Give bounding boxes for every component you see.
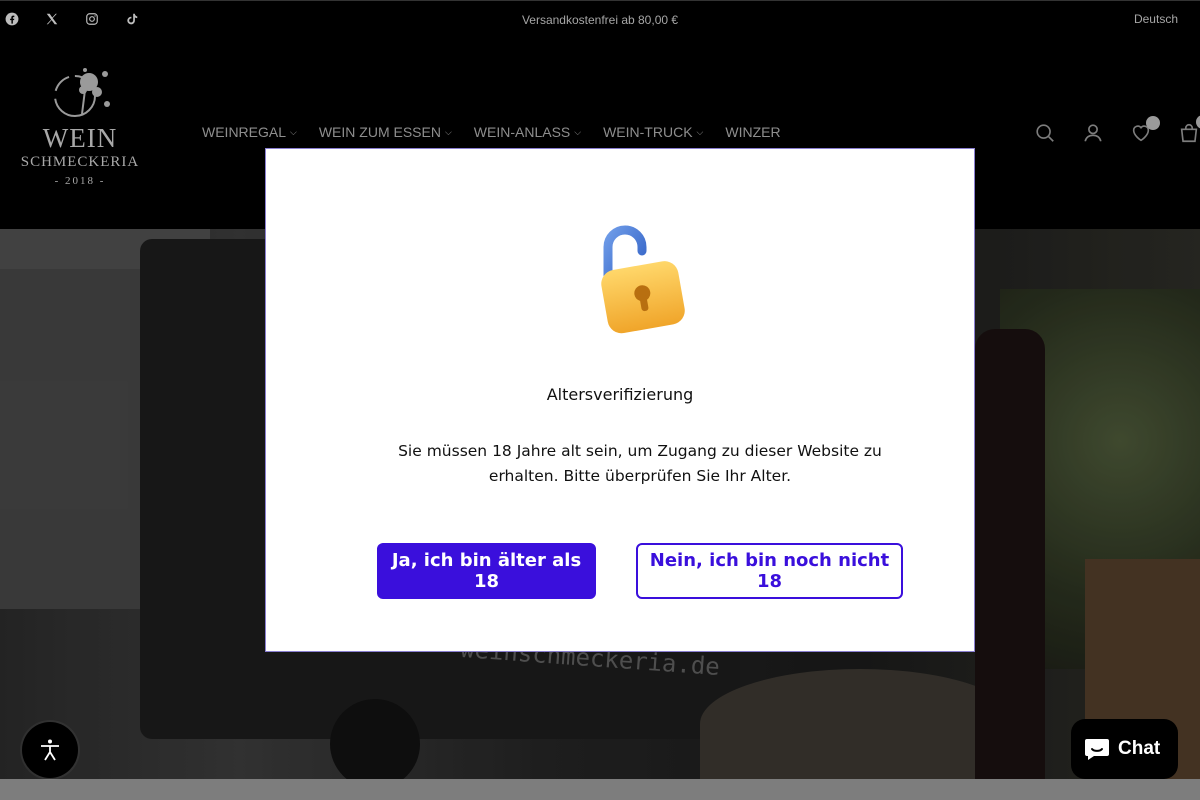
wishlist-icon[interactable] [1130,116,1160,144]
age-verification-modal: Altersverifizierung Sie müssen 18 Jahre … [265,148,975,652]
nav-item-weinregal[interactable]: WEINREGAL ⌵ [202,124,297,140]
accessibility-button[interactable] [22,722,78,778]
nav-item-wein-anlass[interactable]: WEIN-ANLASS ⌵ [474,124,581,140]
modal-title: Altersverifizierung [546,385,694,404]
chevron-down-icon: ⌵ [696,126,704,137]
nav-item-label: WEIN-ANLASS [473,124,571,140]
language-selector[interactable]: Deutsch [1134,12,1178,26]
chat-button[interactable]: Chat [1071,719,1178,779]
nav-item-wein-zum-essen[interactable]: WEIN ZUM ESSEN ⌵ [319,124,452,140]
announcement-bar: Versandkostenfrei ab 80,00 € Deutsch [0,0,1200,38]
wine-stain-logo-icon [54,68,110,117]
account-icon[interactable] [1082,122,1104,144]
deny-age-button[interactable]: Nein, ich bin noch nicht 18 [636,543,903,599]
unlocked-padlock-icon [596,219,686,337]
wishlist-badge [1146,116,1160,130]
logo-line-2: SCHMECKERIA [20,154,140,170]
confirm-age-button[interactable]: Ja, ich bin älter als 18 [377,543,596,599]
logo-line-3: - 2018 - [54,175,106,187]
accessibility-icon [41,739,59,761]
search-icon[interactable] [1034,122,1056,144]
header-icons: 0 [1034,115,1200,144]
main-nav: WEINREGAL ⌵ WEIN ZUM ESSEN ⌵ WEIN-ANLASS… [202,124,781,140]
chat-bubble-icon [1085,739,1109,760]
chevron-down-icon: ⌵ [444,126,452,137]
nav-item-label: WINZER [725,124,781,140]
chevron-down-icon: ⌵ [574,126,582,137]
logo-line-1: WEIN [42,123,118,153]
nav-item-winzer[interactable]: WINZER [725,124,780,140]
site-logo[interactable]: WEIN SCHMECKERIA - 2018 - [14,64,146,209]
chat-label: Chat [1118,738,1161,759]
announcement-text: Versandkostenfrei ab 80,00 € [521,13,679,27]
chevron-down-icon: ⌵ [290,126,297,137]
nav-item-label: WEINREGAL [202,124,287,140]
modal-description: Sie müssen 18 Jahre alt sein, um Zugang … [398,442,882,485]
nav-item-label: WEIN-TRUCK [603,124,693,140]
page-bottom-band [0,779,1200,800]
nav-item-label: WEIN ZUM ESSEN [318,124,441,140]
cart-icon[interactable]: 0 [1178,115,1200,144]
nav-item-wein-truck[interactable]: WEIN-TRUCK ⌵ [603,124,703,140]
